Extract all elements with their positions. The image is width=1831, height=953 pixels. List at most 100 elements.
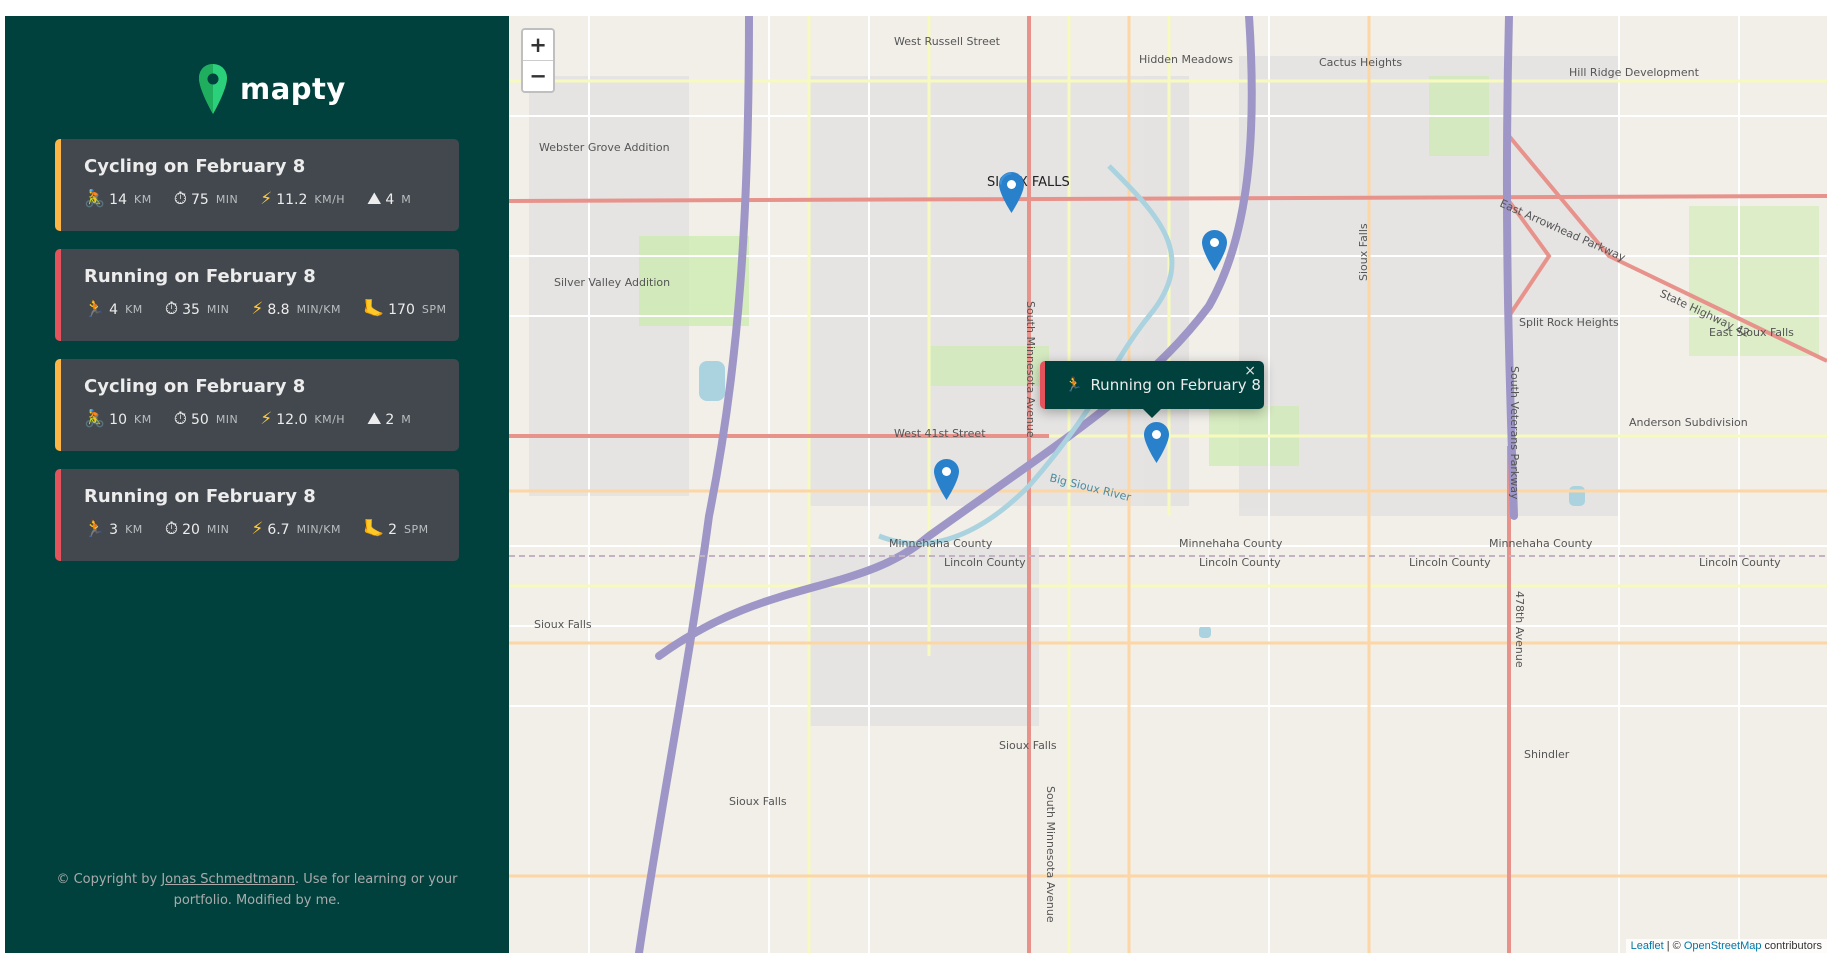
zoom-control: + − xyxy=(521,28,555,93)
map-label: Sioux Falls xyxy=(729,795,787,808)
stopwatch-icon: ⏱ xyxy=(164,299,179,319)
map-label: Sioux Falls xyxy=(534,618,592,631)
workout-item[interactable]: Cycling on February 8 🚴 10 km ⏱ 50 min ⚡ 12.0… xyxy=(55,359,459,451)
map-label: Minnehaha County xyxy=(1179,537,1283,550)
speed-unit: km/h xyxy=(314,193,346,206)
workout-title: Running on February 8 xyxy=(84,266,316,287)
pace-value: 8.8 xyxy=(267,301,290,318)
elevation-value: 4 xyxy=(385,191,395,208)
distance-value: 10 xyxy=(109,411,127,428)
duration-unit: min xyxy=(215,413,239,426)
map-label: 478th Avenue xyxy=(1513,591,1526,668)
lightning-icon: ⚡ xyxy=(251,299,264,319)
runner-icon: 🏃 xyxy=(84,299,106,319)
attribution-suffix: contributors xyxy=(1761,940,1822,952)
map-marker-icon[interactable] xyxy=(1144,422,1169,463)
popup-text: Running on February 8 xyxy=(1090,376,1261,394)
elevation-value: 2 xyxy=(385,411,395,428)
bike-icon: 🚴 xyxy=(84,409,106,429)
workout-title: Cycling on February 8 xyxy=(84,376,306,397)
osm-link[interactable]: OpenStreetMap xyxy=(1684,940,1762,952)
speed-value: 11.2 xyxy=(276,191,308,208)
workout-item[interactable]: Cycling on February 8 🚴 14 km ⏱ 75 min ⚡ 11.2… xyxy=(55,139,459,231)
duration-unit: min xyxy=(206,523,230,536)
stopwatch-icon: ⏱ xyxy=(173,189,187,209)
pace-value: 6.7 xyxy=(267,521,290,538)
map-label: Shindler xyxy=(1524,748,1570,761)
map-label: Lincoln County xyxy=(1409,556,1491,569)
distance-unit: km xyxy=(134,193,152,206)
map-label: Lincoln County xyxy=(944,556,1026,569)
close-icon[interactable]: × xyxy=(1244,363,1256,379)
lightning-icon: ⚡ xyxy=(260,189,273,209)
logo-text: mapty xyxy=(240,72,346,106)
runner-icon: 🏃 xyxy=(1065,377,1083,393)
map-label: Anderson Subdivision xyxy=(1629,416,1748,429)
pace-unit: min/km xyxy=(296,303,341,316)
speed-unit: km/h xyxy=(314,413,346,426)
distance-value: 14 xyxy=(109,191,127,208)
duration-unit: min xyxy=(206,303,230,316)
distance-unit: km xyxy=(125,523,143,536)
sidebar: mapty Cycling on February 8 🚴 14 km ⏱ 75 min… xyxy=(5,16,509,953)
map-label: Cactus Heights xyxy=(1319,56,1402,69)
attribution-separator: | © xyxy=(1663,940,1684,952)
workout-title: Cycling on February 8 xyxy=(84,156,306,177)
author-link[interactable]: Jonas Schmedtmann xyxy=(161,872,295,887)
map-label: Lincoln County xyxy=(1699,556,1781,569)
workout-item[interactable]: Running on February 8 🏃 3 km ⏱ 20 min ⚡ 6.7 mi… xyxy=(55,469,459,561)
map-label: Split Rock Heights xyxy=(1519,316,1619,329)
stopwatch-icon: ⏱ xyxy=(164,519,179,539)
workout-list: Cycling on February 8 🚴 14 km ⏱ 75 min ⚡ 11.2… xyxy=(55,139,459,579)
zoom-out-button[interactable]: − xyxy=(523,61,553,91)
running-popup: 🏃 Running on February 8 × xyxy=(1040,361,1264,409)
leaflet-link[interactable]: Leaflet xyxy=(1631,940,1664,952)
foot-icon: 🦶 xyxy=(362,299,385,319)
map-label: Hidden Meadows xyxy=(1139,53,1233,66)
logo: mapty xyxy=(198,63,346,115)
distance-unit: km xyxy=(134,413,152,426)
duration-value: 50 xyxy=(190,411,209,428)
duration-value: 20 xyxy=(182,521,200,538)
pace-unit: min/km xyxy=(296,523,341,536)
duration-unit: min xyxy=(215,193,239,206)
map-label: Lincoln County xyxy=(1199,556,1281,569)
map-marker-icon[interactable] xyxy=(934,459,959,500)
cadence-value: 170 xyxy=(388,301,415,318)
stopwatch-icon: ⏱ xyxy=(173,409,187,429)
distance-value: 3 xyxy=(109,521,119,538)
lightning-icon: ⚡ xyxy=(260,409,273,429)
map-label: South Minnesota Avenue xyxy=(1024,301,1037,438)
elevation-unit: m xyxy=(401,193,412,206)
map[interactable]: West Russell Street Hidden Meadows Cactu… xyxy=(509,16,1827,953)
workout-item[interactable]: Running on February 8 🏃 4 km ⏱ 35 min ⚡ 8.8 mi… xyxy=(55,249,459,341)
workout-title: Running on February 8 xyxy=(84,486,316,507)
cadence-unit: spm xyxy=(421,303,447,316)
speed-value: 12.0 xyxy=(276,411,308,428)
lightning-icon: ⚡ xyxy=(251,519,264,539)
elevation-unit: m xyxy=(401,413,412,426)
copyright: © Copyright by Jonas Schmedtmann. Use fo… xyxy=(55,869,459,911)
duration-value: 35 xyxy=(182,301,200,318)
zoom-in-button[interactable]: + xyxy=(523,30,553,61)
map-label: South Veterans Parkway xyxy=(1508,366,1521,500)
foot-icon: 🦶 xyxy=(362,519,385,539)
popup-tip xyxy=(1142,408,1162,418)
map-label: Webster Grove Addition xyxy=(539,141,670,154)
cadence-unit: spm xyxy=(404,523,429,536)
map-tiles[interactable]: West Russell Street Hidden Meadows Cactu… xyxy=(509,16,1827,953)
mountain-icon: ⛰ xyxy=(367,409,382,429)
map-pin-icon xyxy=(199,64,227,114)
distance-value: 4 xyxy=(109,301,119,318)
map-label: East Sioux Falls xyxy=(1709,326,1794,339)
map-attribution: Leaflet | © OpenStreetMap contributors xyxy=(1625,939,1827,953)
runner-icon: 🏃 xyxy=(84,519,106,539)
map-marker-icon[interactable] xyxy=(1202,230,1227,271)
map-label: Minnehaha County xyxy=(889,537,993,550)
map-marker-icon[interactable] xyxy=(999,172,1024,213)
map-label: West 41st Street xyxy=(894,427,986,440)
map-label: Silver Valley Addition xyxy=(554,276,670,289)
bike-icon: 🚴 xyxy=(84,189,106,209)
map-label: Minnehaha County xyxy=(1489,537,1593,550)
cadence-value: 2 xyxy=(388,521,398,538)
